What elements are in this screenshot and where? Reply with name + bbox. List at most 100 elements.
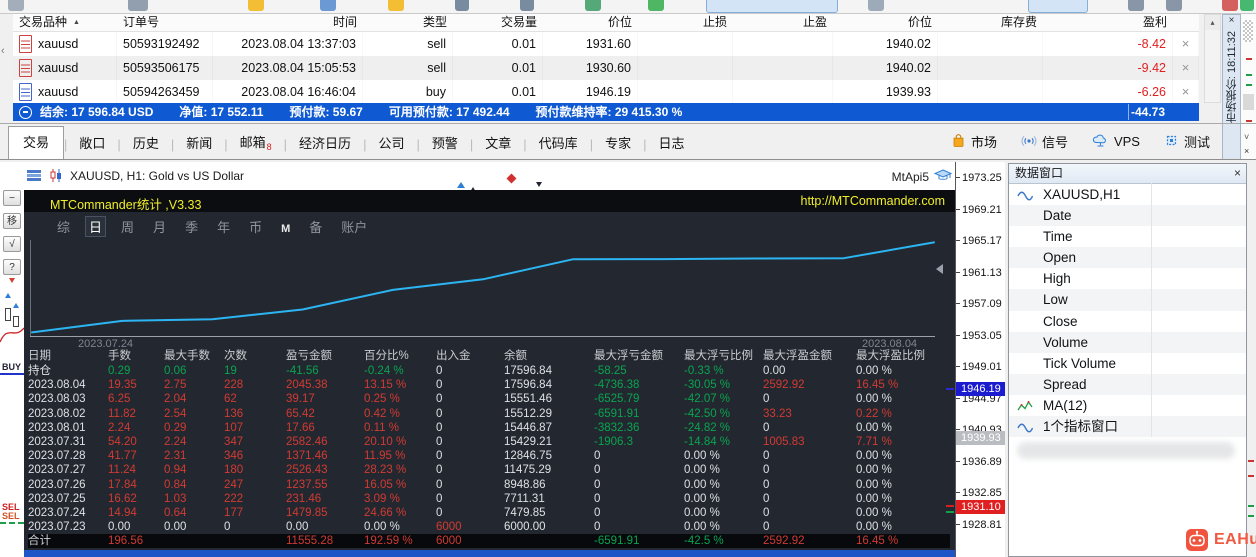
toolbox-tab-5[interactable]: 经济日历 [287,128,363,159]
close-icon[interactable]: × [1234,164,1241,183]
order-row[interactable]: xauusd 50593192492 2023.08.04 13:37:03 sell… [13,32,1199,56]
add-indicator-icon[interactable] [648,0,664,11]
column-header-5[interactable]: 价位 [543,14,638,31]
tick-dash [956,240,960,241]
toolbox-tab-4[interactable]: 邮箱8 [228,127,284,159]
toolbox-tab-2[interactable]: 历史 [121,128,171,159]
toolbox-tab-7[interactable]: 预警 [420,128,470,159]
stats-cell: 6000.00 [504,521,546,534]
price-axis[interactable]: 1973.25 1969.21 1965.17 1961.13 1957.09 1953.… [955,162,1005,557]
period-button-7[interactable]: M [278,223,293,235]
save-folder-icon[interactable] [248,0,264,11]
chart-mode-icon[interactable] [320,0,336,11]
order-close[interactable]: × [1173,56,1199,80]
period-button-2[interactable]: 周 [118,217,137,236]
order-close[interactable]: × [1173,32,1199,56]
period-button-3[interactable]: 月 [150,217,169,236]
close-icon[interactable]: × [1223,15,1240,27]
data-window-row[interactable]: Open [1009,247,1246,269]
period-button-1[interactable]: 日 [85,216,107,237]
data-window-panel: 数据窗口 × XAUUSD,H1 Date Time Open High Low Close… [1008,163,1256,557]
data-window-row[interactable]: MA(12) [1009,395,1246,416]
depth-list-icon[interactable] [26,168,42,187]
toolbox-tab-6[interactable]: 公司 [366,128,416,159]
order-close[interactable]: × [1173,80,1199,104]
grid-icon[interactable] [8,0,24,11]
curve-end-arrow [936,264,943,274]
panel-tool-button-2[interactable]: √ [3,236,21,252]
column-header-4[interactable]: 交易量 [453,14,543,31]
data-window-row[interactable]: Spread [1009,373,1246,395]
crosshair-icon[interactable] [455,0,469,11]
scroll-up-icon[interactable]: ▴ [1205,15,1220,30]
order-price_current: 1940.02 [833,32,938,56]
order-price: 1931.60 [543,32,638,56]
toolbox-tab-8[interactable]: 文章 [473,128,523,159]
signals-button[interactable]: 信号 [1021,132,1068,151]
data-window-row[interactable]: High [1009,268,1246,289]
printer-icon[interactable] [128,0,148,11]
stats-cell: -6525.79 [594,393,640,406]
new-order-button[interactable] [706,0,838,13]
period-button-5[interactable]: 年 [214,217,233,236]
data-window-row[interactable]: 1个指标窗口 [1009,416,1246,438]
column-header-2[interactable]: 时间 [213,14,363,31]
panel-url-link[interactable]: http://MTCommander.com [801,194,946,208]
column-header-10[interactable]: 盈利 [1043,14,1173,31]
panel-collapse-handle[interactable]: ‹ [1,45,12,57]
close-icon[interactable]: × [1244,146,1249,156]
zoom-in-icon[interactable] [1128,0,1144,11]
panel-tool-button-1[interactable]: 移 [3,213,21,229]
data-window-row[interactable]: Close [1009,311,1246,332]
panel-tool-button-0[interactable]: − [3,190,21,206]
zoom-out-icon[interactable] [1166,0,1182,11]
stats-cell: 0 [436,365,443,377]
data-window-row[interactable]: Low [1009,289,1246,311]
column-header-0[interactable]: 交易品种 ▲ [13,14,117,31]
fibo-icon[interactable] [585,0,601,11]
graduation-cap-icon[interactable] [933,168,953,186]
indicator-pills[interactable] [1028,0,1088,13]
data-window-row[interactable]: XAUUSD,H1 [1009,184,1246,205]
vline-icon[interactable] [520,0,534,11]
account-summary-bar[interactable]: 结余: 17 596.84 USD 净值: 17 552.11 预付款: 59.67… [13,103,1199,121]
period-button-9[interactable]: 账户 [338,217,370,236]
toolbox-tab-3[interactable]: 新闻 [174,128,224,159]
panel-tool-button-3[interactable]: ? [3,259,21,275]
autotrade-icon[interactable] [1222,0,1238,11]
toolbox-tab-0[interactable]: 交易 [8,126,65,159]
vps-button[interactable]: VPS [1092,133,1140,151]
order-row[interactable]: xauusd 50593506175 2023.08.04 15:05:53 sell… [13,56,1199,80]
stats-cell: 15512.29 [504,407,552,420]
period-button-6[interactable]: 币 [246,217,265,236]
period-button-0[interactable]: 综 [54,217,73,236]
folder-icon[interactable] [388,0,404,11]
column-header-9[interactable]: 库存费 [938,14,1043,31]
data-window-titlebar[interactable]: 数据窗口 × [1009,164,1246,184]
toolbox-tab-11[interactable]: 日志 [646,128,696,159]
panel-titlebar[interactable]: MTCommander统计 ,V3.33 http://MTCommander.… [24,190,955,212]
summary-collapse-icon[interactable] [19,105,32,119]
data-window-row[interactable]: Date [1009,205,1246,227]
toolbox-tab-10[interactable]: 专家 [593,128,643,159]
column-header-7[interactable]: 止盈 [733,14,833,31]
data-window-row[interactable]: Volume [1009,331,1246,353]
market-button[interactable]: 市场 [951,132,997,151]
column-header-8[interactable]: 价位 [833,14,938,31]
column-header-1[interactable]: 订单号 [117,14,213,31]
toolbox-tab-9[interactable]: 代码库 [527,128,590,159]
trade-table-scrollbar[interactable]: ▴ [1204,14,1221,103]
order-row[interactable]: xauusd 50594263459 2023.08.04 16:46:04 buy 0… [13,80,1199,104]
market-watch-collapsed-strip[interactable]: × 市场报价: 18:11:32 [1222,14,1241,160]
period-button-4[interactable]: 季 [182,217,201,236]
clipboard-icon[interactable] [868,0,884,11]
tester-button[interactable]: 测试 [1164,132,1210,151]
data-window-row[interactable]: Time [1009,226,1246,247]
toolbox-tab-1[interactable]: 敞口 [67,128,117,159]
column-header-3[interactable]: 类型 [363,14,453,31]
candles-icon[interactable] [48,168,64,188]
column-header-6[interactable]: 止损 [638,14,733,31]
period-button-8[interactable]: 备 [306,217,325,236]
lvl-indicator[interactable] [1240,0,1254,11]
data-window-row[interactable]: Tick Volume [1009,353,1246,374]
